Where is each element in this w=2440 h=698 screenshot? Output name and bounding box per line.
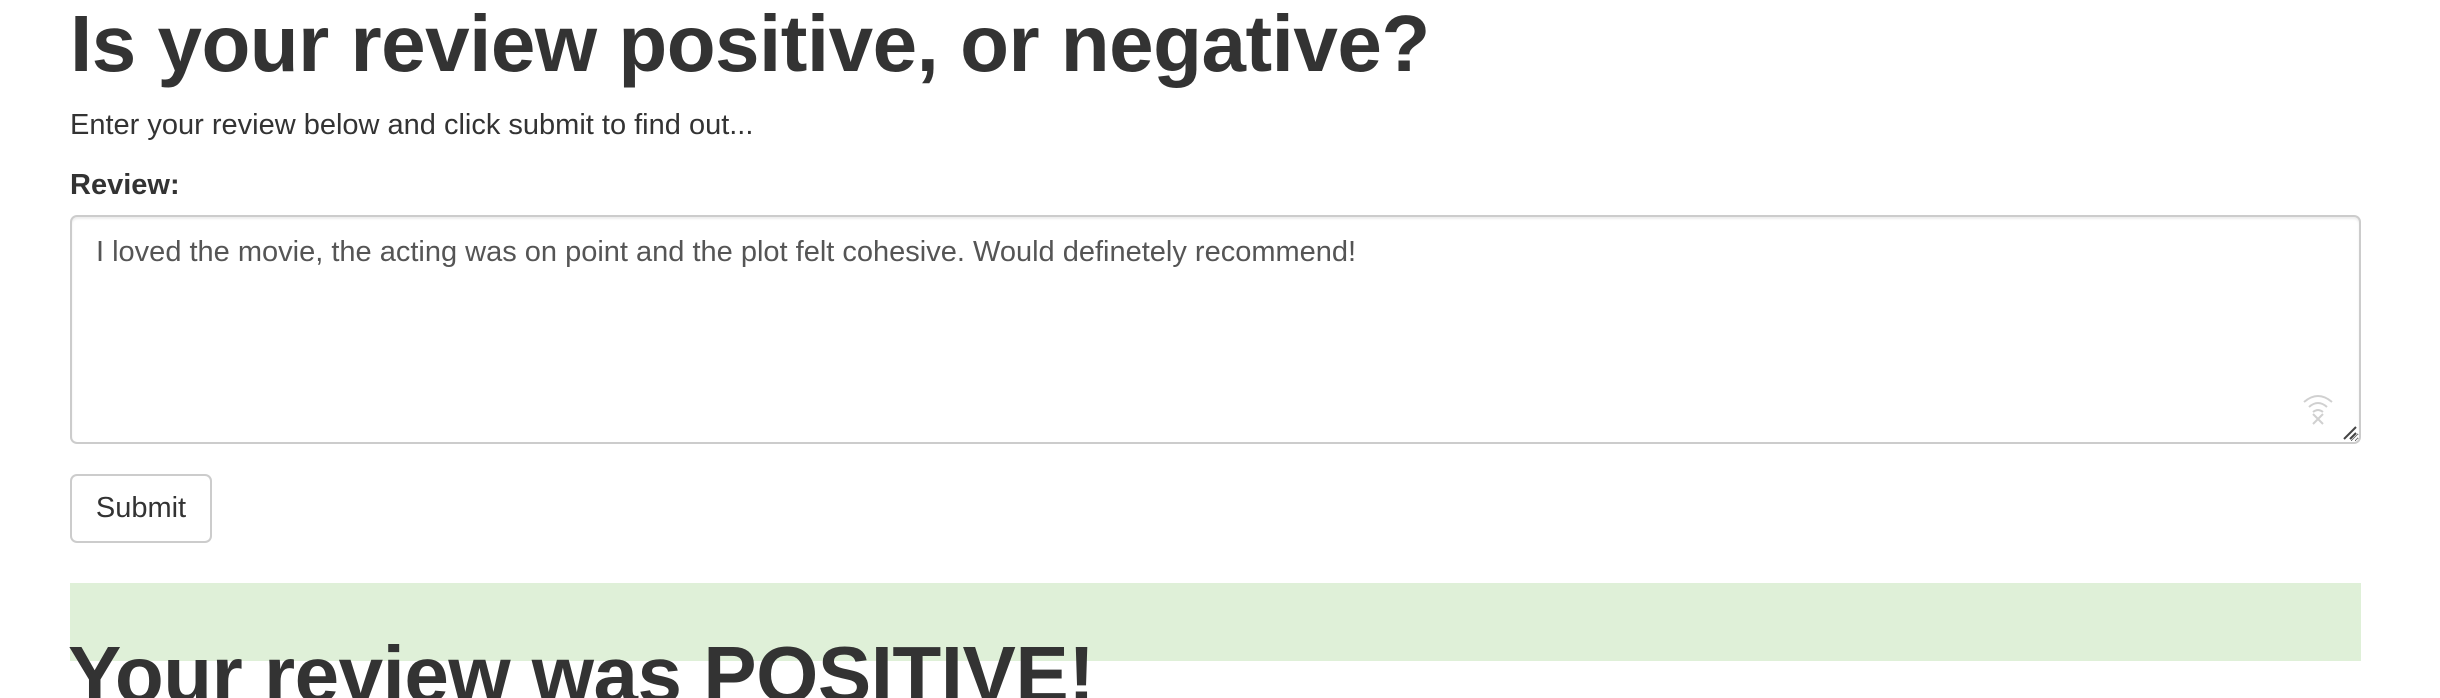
submit-button[interactable]: Submit xyxy=(70,474,212,543)
page-subtitle: Enter your review below and click submit… xyxy=(70,109,754,141)
review-textarea[interactable]: I loved the movie, the acting was on poi… xyxy=(70,215,2361,444)
page-title: Is your review positive, or negative? xyxy=(70,0,1430,88)
result-banner: Your review was POSITIVE! xyxy=(68,583,2361,698)
result-text: Your review was POSITIVE! xyxy=(68,629,1095,698)
resize-grip-icon[interactable] xyxy=(2341,424,2357,440)
review-label: Review: xyxy=(70,169,180,201)
review-textarea-value[interactable]: I loved the movie, the acting was on poi… xyxy=(96,236,1356,268)
wifi-off-icon xyxy=(2303,395,2333,425)
